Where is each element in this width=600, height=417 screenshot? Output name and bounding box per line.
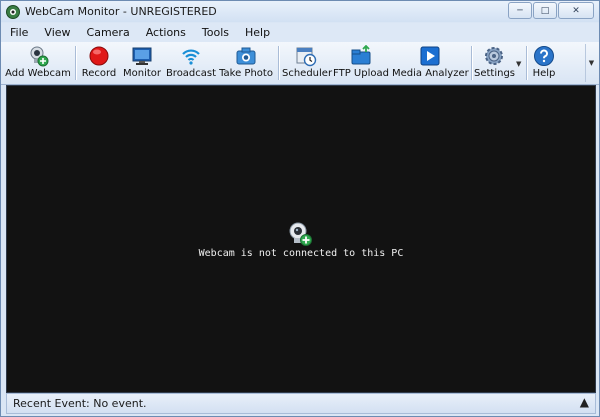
- app-logo-icon: [6, 5, 20, 19]
- add-webcam-button[interactable]: Add Webcam: [4, 42, 72, 84]
- media-play-icon: [420, 46, 440, 66]
- webcam-add-icon: [289, 222, 312, 246]
- toolbar-separator: [526, 46, 527, 80]
- chevron-down-icon: ▼: [588, 59, 595, 67]
- video-viewport: Webcam is not connected to this PC: [6, 85, 596, 393]
- menu-tools[interactable]: Tools: [194, 26, 237, 39]
- take-photo-button[interactable]: Take Photo: [219, 42, 273, 84]
- app-window: WebCam Monitor - UNREGISTERED ─ □ ✕ File…: [0, 0, 600, 417]
- menu-actions[interactable]: Actions: [138, 26, 194, 39]
- broadcast-button[interactable]: Broadcast: [165, 42, 217, 84]
- monitor-label: Monitor: [122, 68, 161, 79]
- toolbar: Add Webcam Record Monitor Broadcast Take…: [1, 42, 599, 85]
- menu-file[interactable]: File: [1, 26, 36, 39]
- add-webcam-label: Add Webcam: [5, 68, 71, 79]
- minimize-icon: ─: [517, 5, 523, 16]
- settings-dropdown-icon[interactable]: ▼: [516, 60, 521, 68]
- settings-label: Settings: [474, 68, 516, 79]
- chevron-up-icon[interactable]: ▲: [580, 395, 589, 409]
- minimize-button[interactable]: ─: [508, 2, 532, 19]
- broadcast-label: Broadcast: [165, 68, 217, 79]
- scheduler-clock-icon: [296, 47, 317, 67]
- media-analyzer-label: Media Analyzer: [392, 68, 469, 79]
- menu-camera[interactable]: Camera: [79, 26, 138, 39]
- ftp-upload-icon: [351, 45, 371, 65]
- record-label: Record: [81, 68, 117, 79]
- toolbar-overflow-button[interactable]: ▼: [585, 44, 597, 82]
- recent-event-status: Recent Event: No event.: [13, 397, 147, 410]
- monitor-button[interactable]: Monitor: [121, 42, 163, 84]
- maximize-button[interactable]: □: [533, 2, 557, 19]
- close-icon: ✕: [572, 5, 580, 16]
- record-icon: [89, 46, 109, 66]
- camera-icon: [236, 47, 256, 65]
- help-question-icon: [534, 46, 554, 66]
- status-bar: Recent Event: No event. ▲: [6, 393, 596, 414]
- window-controls: ─ □ ✕: [507, 2, 594, 19]
- no-webcam-message: Webcam is not connected to this PC: [198, 248, 404, 259]
- add-webcam-icon: [30, 46, 49, 67]
- ftp-upload-button[interactable]: FTP Upload: [332, 42, 390, 84]
- settings-button[interactable]: Settings: [474, 42, 516, 84]
- record-button[interactable]: Record: [79, 42, 119, 84]
- scheduler-button[interactable]: Scheduler: [282, 42, 333, 84]
- toolbar-separator: [75, 46, 76, 80]
- toolbar-separator: [471, 46, 472, 80]
- maximize-icon: □: [540, 5, 550, 16]
- toolbar-separator: [278, 46, 279, 80]
- title-bar[interactable]: WebCam Monitor - UNREGISTERED ─ □ ✕: [1, 1, 599, 22]
- menu-help[interactable]: Help: [237, 26, 278, 39]
- monitor-icon: [132, 47, 152, 65]
- media-analyzer-button[interactable]: Media Analyzer: [392, 42, 469, 84]
- menu-view[interactable]: View: [36, 26, 78, 39]
- take-photo-label: Take Photo: [219, 68, 273, 79]
- menu-bar: File View Camera Actions Tools Help: [1, 23, 599, 42]
- broadcast-icon: [182, 49, 200, 65]
- window-title: WebCam Monitor - UNREGISTERED: [25, 5, 217, 18]
- close-button[interactable]: ✕: [558, 2, 594, 19]
- help-label: Help: [532, 68, 556, 79]
- scheduler-label: Scheduler: [282, 68, 333, 79]
- ftp-upload-label: FTP Upload: [333, 68, 389, 79]
- help-button[interactable]: Help: [530, 42, 558, 84]
- gear-icon: [485, 47, 503, 65]
